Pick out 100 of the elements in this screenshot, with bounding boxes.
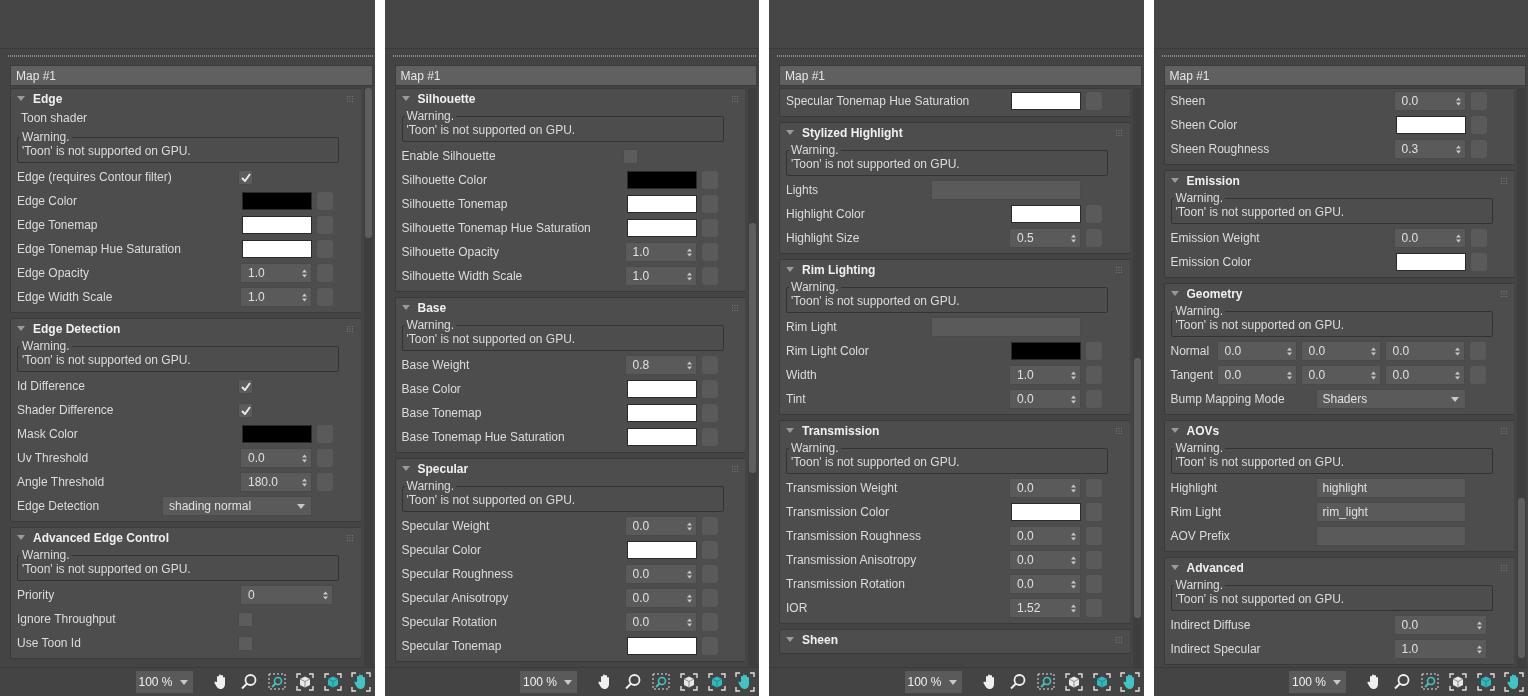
rollout-title[interactable]: Edge	[33, 92, 339, 106]
spinner-arrows-icon[interactable]	[1286, 370, 1292, 380]
spinner-arrows-icon[interactable]	[1071, 483, 1076, 493]
spinner-field[interactable]: 0.5	[1009, 228, 1081, 248]
collapse-triangle-icon[interactable]	[786, 427, 794, 435]
scroll-thumb[interactable]	[1133, 358, 1141, 618]
color-swatch[interactable]	[242, 240, 312, 258]
spinner-arrows-icon[interactable]	[1476, 620, 1482, 630]
spinner-field[interactable]: 1.0	[624, 266, 697, 286]
zoom-extents-cube-icon[interactable]	[679, 672, 699, 692]
spinner-field[interactable]: 0.0	[1384, 341, 1465, 361]
scroll-thumb[interactable]	[749, 223, 756, 473]
spinner-field[interactable]: 1.0	[624, 242, 697, 262]
zoom-extents-selected-icon[interactable]	[707, 672, 727, 692]
spinner-field[interactable]: 0.0	[1384, 365, 1465, 385]
spinner-field[interactable]: 0.0	[1393, 228, 1466, 248]
spinner-field[interactable]: 1.0	[240, 287, 312, 307]
spinner-arrows-icon[interactable]	[686, 569, 692, 579]
zoom-dropdown[interactable]: 100 %	[135, 671, 193, 693]
spinner-arrows-icon[interactable]	[302, 477, 307, 487]
rollout-title[interactable]: AOVs	[1186, 424, 1493, 438]
scrollbar[interactable]	[748, 88, 757, 667]
spinner-arrows-icon[interactable]	[1454, 346, 1460, 356]
rollout-title[interactable]: Edge Detection	[33, 322, 339, 336]
color-swatch[interactable]	[242, 425, 312, 443]
pan-view-icon[interactable]	[1504, 672, 1524, 692]
grip-icon[interactable]	[347, 96, 353, 102]
spinner-field[interactable]: 1.0	[1009, 365, 1081, 385]
zoom-dropdown[interactable]: 100 %	[1289, 671, 1346, 693]
collapse-triangle-icon[interactable]	[1170, 290, 1179, 298]
zoom-region-icon[interactable]	[1035, 672, 1056, 692]
rollout-title[interactable]: Advanced	[1186, 561, 1493, 575]
zoom-extents-selected-icon[interactable]	[1091, 672, 1112, 692]
spinner-arrows-icon[interactable]	[1071, 531, 1076, 541]
spinner-arrows-icon[interactable]	[686, 521, 692, 531]
caret-icon[interactable]	[1450, 396, 1459, 402]
color-swatch[interactable]	[1011, 205, 1081, 223]
spinner-arrows-icon[interactable]	[323, 590, 328, 600]
rollout-title[interactable]: Silhouette	[417, 92, 724, 106]
color-swatch[interactable]	[242, 192, 312, 210]
color-swatch[interactable]	[242, 216, 312, 234]
collapse-triangle-icon[interactable]	[786, 636, 794, 644]
collapse-triangle-icon[interactable]	[17, 325, 25, 333]
zoom-region-icon[interactable]	[1420, 672, 1440, 692]
zoom-extents-cube-icon[interactable]	[1448, 672, 1468, 692]
spinner-field[interactable]: 0.0	[1009, 550, 1081, 570]
zoom-extents-selected-icon[interactable]	[1476, 672, 1496, 692]
spinner-field[interactable]: 0.0	[1009, 389, 1081, 409]
grip-icon[interactable]	[1116, 267, 1122, 273]
spinner-field[interactable]: 0.0	[1300, 341, 1381, 361]
spinner-arrows-icon[interactable]	[1455, 96, 1461, 106]
spinner-arrows-icon[interactable]	[686, 360, 692, 370]
collapse-triangle-icon[interactable]	[786, 129, 794, 137]
rollout-title[interactable]: Geometry	[1186, 287, 1493, 301]
spinner-arrows-icon[interactable]	[302, 453, 307, 463]
rollout-title[interactable]: Rim Lighting	[802, 263, 1108, 277]
collapse-triangle-icon[interactable]	[401, 465, 410, 473]
spinner-arrows-icon[interactable]	[1071, 579, 1076, 589]
caret-icon[interactable]	[179, 679, 188, 685]
rollout-title[interactable]: Emission	[1186, 174, 1493, 188]
scrollbar[interactable]	[1517, 88, 1526, 667]
zoom-extents-selected-icon[interactable]	[322, 672, 343, 692]
rollout-title[interactable]: Advanced Edge Control	[33, 531, 339, 545]
spinner-arrows-icon[interactable]	[686, 271, 692, 281]
color-swatch[interactable]	[626, 428, 697, 446]
spinner-arrows-icon[interactable]	[1071, 555, 1076, 565]
spinner-arrows-icon[interactable]	[686, 593, 692, 603]
spinner-field[interactable]: 0.8	[624, 355, 697, 375]
zoom-region-icon[interactable]	[651, 672, 671, 692]
spinner-field[interactable]: 0.0	[1300, 365, 1381, 385]
spinner-arrows-icon[interactable]	[1454, 370, 1460, 380]
grip-icon[interactable]	[1116, 428, 1122, 434]
caret-icon[interactable]	[564, 679, 572, 685]
search-icon[interactable]	[1392, 672, 1412, 692]
spinner-field[interactable]: 0.0	[1216, 341, 1297, 361]
grip-icon[interactable]	[347, 535, 353, 541]
color-swatch[interactable]	[626, 171, 697, 189]
collapse-triangle-icon[interactable]	[1170, 427, 1179, 435]
grip-icon[interactable]	[1500, 178, 1507, 184]
grip-icon[interactable]	[1116, 637, 1122, 643]
grip-icon[interactable]	[731, 466, 738, 472]
spinner-arrows-icon[interactable]	[1370, 370, 1376, 380]
spinner-field[interactable]: 0.3	[1393, 139, 1466, 159]
spinner-arrows-icon[interactable]	[1071, 603, 1076, 613]
color-swatch[interactable]	[626, 380, 697, 398]
zoom-dropdown[interactable]: 100 %	[520, 671, 577, 693]
rollout-title[interactable]: Stylized Highlight	[802, 126, 1108, 140]
zoom-extents-cube-icon[interactable]	[294, 672, 315, 692]
collapse-triangle-icon[interactable]	[786, 266, 794, 274]
spinner-arrows-icon[interactable]	[302, 292, 307, 302]
spinner-arrows-icon[interactable]	[302, 268, 307, 278]
rollout-title[interactable]: Sheen	[802, 633, 1108, 647]
checkbox[interactable]	[238, 402, 253, 418]
search-icon[interactable]	[623, 672, 643, 692]
spinner-field[interactable]: 1.52	[1009, 598, 1081, 618]
collapse-triangle-icon[interactable]	[1170, 564, 1179, 572]
collapse-triangle-icon[interactable]	[401, 304, 410, 312]
spinner-field[interactable]: 0.0	[624, 612, 697, 632]
grip-icon[interactable]	[731, 96, 738, 102]
spinner-field[interactable]: 0.0	[624, 516, 697, 536]
